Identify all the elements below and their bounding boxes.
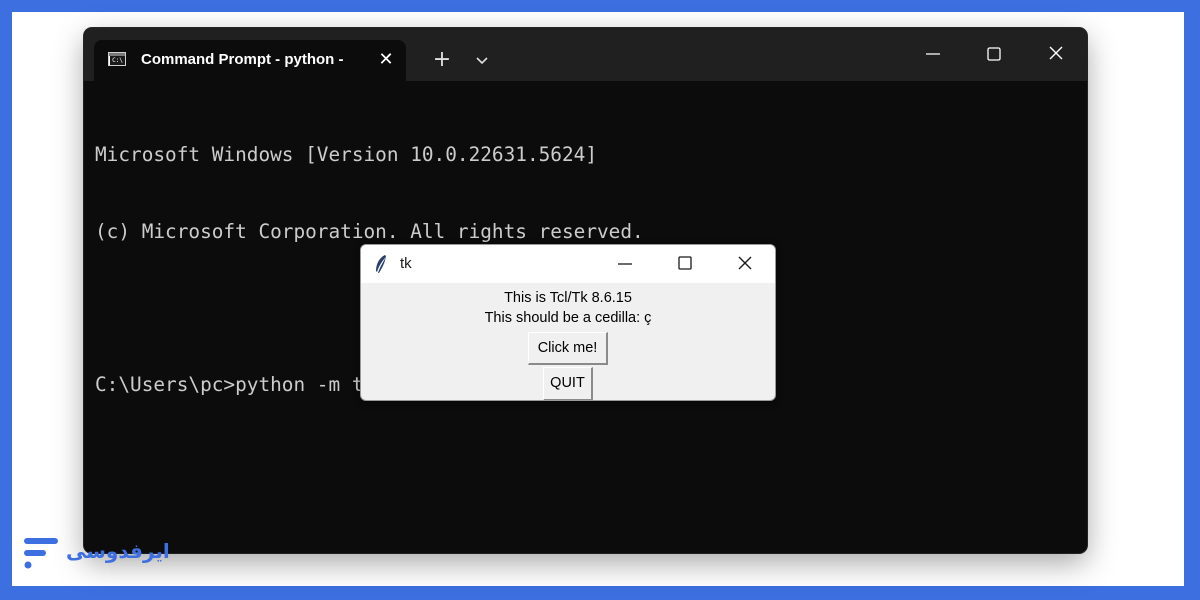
logo-text: ایرفدوسی <box>66 539 170 563</box>
new-tab-plus-icon[interactable]: + <box>430 48 454 72</box>
tk-minimize-button[interactable] <box>613 253 637 275</box>
quit-button[interactable]: QUIT <box>543 367 593 400</box>
close-button[interactable] <box>1041 42 1071 66</box>
logo-icon <box>22 534 62 570</box>
terminal-titlebar[interactable]: C:\ Command Prompt - python - ✕ + <box>84 28 1087 81</box>
chevron-down-icon[interactable] <box>472 50 492 70</box>
tab-close-icon[interactable]: ✕ <box>376 50 396 70</box>
cmd-icon: C:\ <box>108 52 126 66</box>
maximize-button[interactable] <box>979 42 1009 66</box>
tab-title: Command Prompt - python - <box>141 51 344 68</box>
tk-maximize-button[interactable] <box>673 253 697 275</box>
minimize-button[interactable] <box>918 42 948 66</box>
watermark-logo: ایرفدوسی <box>22 532 172 574</box>
tk-close-button[interactable] <box>733 253 757 275</box>
tk-titlebar[interactable]: tk <box>361 245 775 283</box>
console-line: (c) Microsoft Corporation. All rights re… <box>95 219 644 243</box>
tk-version-label: This is Tcl/Tk 8.6.15 <box>504 290 632 306</box>
feather-icon <box>373 254 389 274</box>
tk-cedilla-label: This should be a cedilla: ç <box>484 310 652 326</box>
console-line: Microsoft Windows [Version 10.0.22631.56… <box>95 143 597 166</box>
tk-window: tk This is Tcl/Tk 8.6.15 This should be … <box>360 244 776 401</box>
click-me-button[interactable]: Click me! <box>528 332 608 365</box>
tab-command-prompt[interactable]: C:\ Command Prompt - python - ✕ <box>94 40 406 81</box>
tk-window-title: tk <box>400 255 412 272</box>
